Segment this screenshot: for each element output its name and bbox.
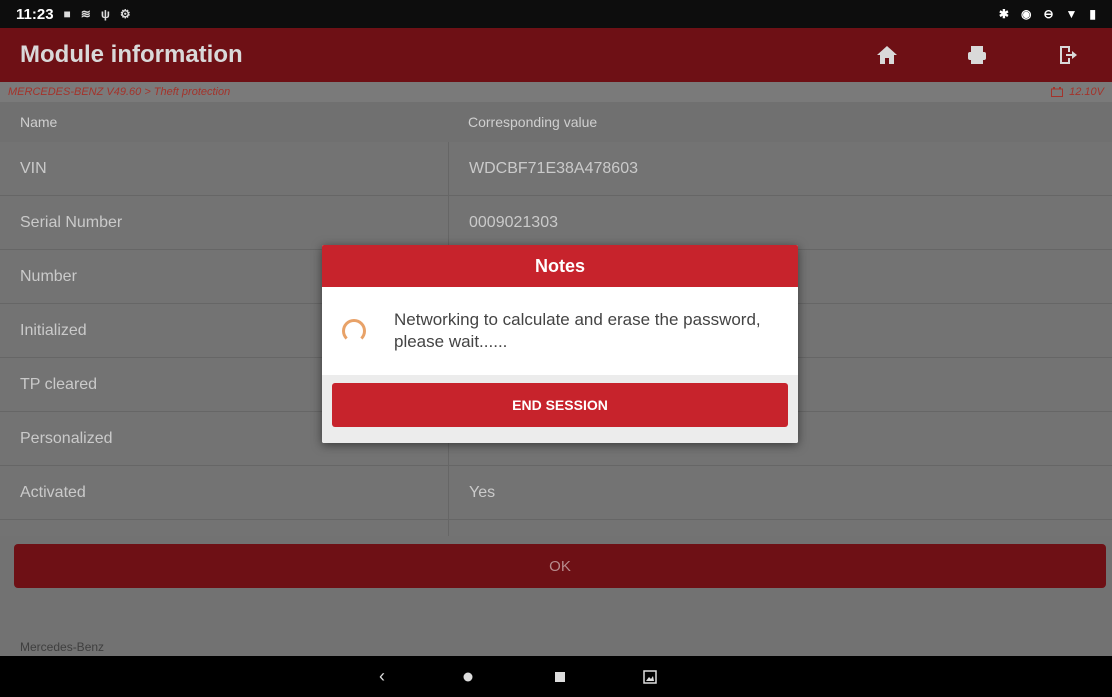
battery-voltage-icon — [1051, 87, 1064, 97]
bluetooth-icon: ✱ — [998, 7, 1009, 21]
page-title: Module information — [20, 41, 243, 68]
ok-button[interactable]: OK — [14, 544, 1106, 588]
home-nav-button[interactable] — [448, 656, 488, 697]
dialog-footer: END SESSION — [322, 375, 798, 443]
loading-spinner-icon — [342, 319, 366, 343]
voltage-value: 12.10V — [1069, 86, 1104, 98]
footer-area: OK Mercedes-Benz — [0, 536, 1112, 656]
dialog-title: Notes — [322, 245, 798, 287]
row-value: WDCBF71E38A478603 — [448, 142, 1112, 195]
app-header: Module information — [0, 28, 1112, 82]
recents-button[interactable] — [540, 656, 580, 697]
print-icon — [968, 46, 986, 64]
exit-icon — [1060, 46, 1077, 64]
row-value: 0009021303 — [448, 196, 1112, 249]
settings-icon: ⚙ — [119, 7, 131, 21]
notes-dialog: Notes Networking to calculate and erase … — [322, 245, 798, 443]
screenshot-button[interactable] — [630, 656, 670, 697]
usb-icon: ψ — [100, 7, 110, 21]
status-bar: 11:23 ■ ≋ ψ ⚙ ✱ ◉ ⊖ ▼ ▮ — [0, 0, 1112, 28]
row-name: Activated — [20, 483, 86, 501]
end-session-button[interactable]: END SESSION — [332, 383, 788, 427]
back-icon: ‹ — [379, 666, 385, 686]
table-row: VIN WDCBF71E38A478603 — [0, 142, 1112, 196]
row-value — [448, 520, 1112, 536]
table-row: Activated Yes — [0, 466, 1112, 520]
clock: 11:23 — [16, 5, 54, 23]
breadcrumb: MERCEDES-BENZ V49.60 > Theft protection … — [0, 82, 1112, 102]
wifi-signal-icon: ≋ — [80, 7, 91, 21]
home-icon — [877, 46, 897, 64]
exit-button[interactable] — [1022, 28, 1112, 82]
header-value: Corresponding value — [468, 114, 598, 130]
location-icon: ◉ — [1020, 7, 1032, 21]
table-row: Serial Number 0009021303 — [0, 196, 1112, 250]
battery-icon: ▮ — [1089, 7, 1096, 21]
row-name — [0, 520, 448, 536]
home-dot-icon — [463, 672, 473, 681]
voltage-indicator: 12.10V — [1051, 86, 1104, 98]
home-button[interactable] — [842, 28, 932, 82]
notification-icon: ■ — [63, 7, 71, 21]
dnd-icon: ⊖ — [1043, 7, 1054, 21]
row-value: Yes — [448, 466, 1112, 519]
screenshot-icon — [643, 669, 657, 684]
back-button[interactable]: ‹ — [362, 656, 402, 697]
recents-icon — [555, 671, 565, 682]
navigation-bar: ‹ — [0, 656, 1112, 697]
dialog-message: Networking to calculate and erase the pa… — [394, 310, 761, 351]
dialog-body: Networking to calculate and erase the pa… — [322, 287, 798, 375]
print-button[interactable] — [932, 28, 1022, 82]
wifi-icon: ▼ — [1065, 7, 1078, 21]
row-name: VIN — [20, 159, 47, 177]
header-name: Name — [20, 114, 58, 130]
table-header: Name Corresponding value — [0, 102, 1112, 142]
table-row — [0, 520, 1112, 536]
breadcrumb-path: MERCEDES-BENZ V49.60 > Theft protection — [8, 86, 231, 98]
brand-label: Mercedes-Benz — [20, 640, 105, 654]
row-name: Serial Number — [20, 213, 123, 231]
